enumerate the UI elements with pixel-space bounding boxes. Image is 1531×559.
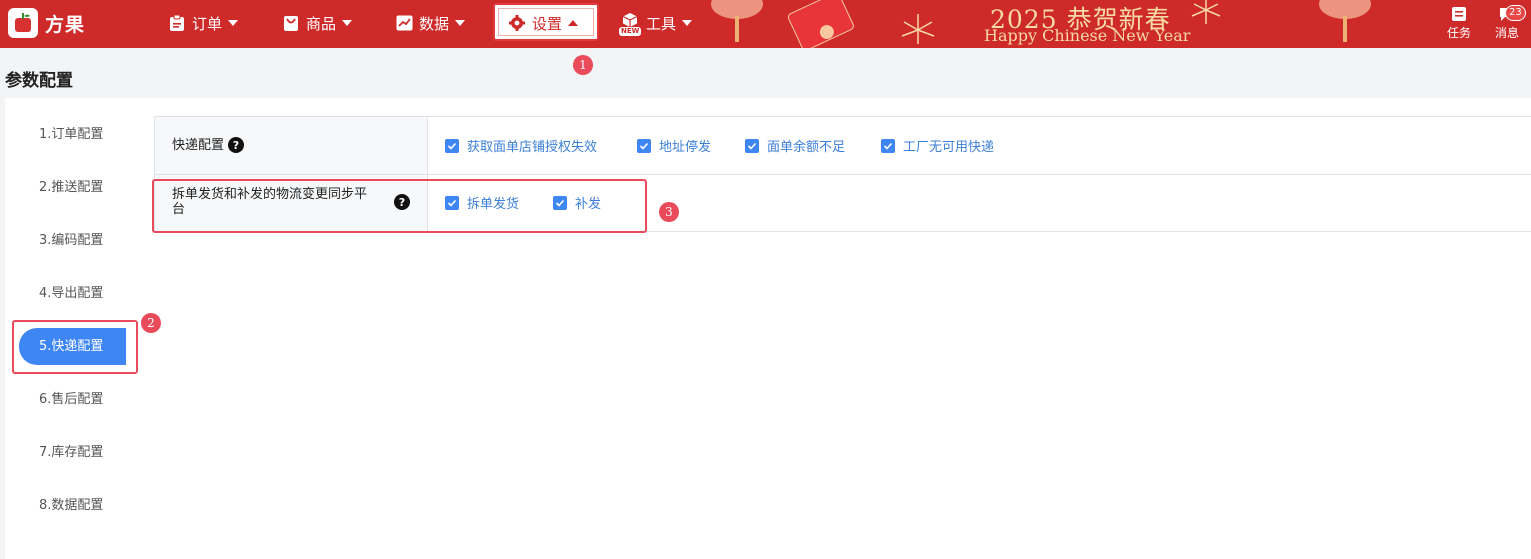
side-menu-item-express[interactable]: 5.快递配置 (19, 328, 126, 365)
checkbox-checked-icon (445, 195, 459, 210)
side-menu-item-order[interactable]: 1.订单配置 (39, 125, 103, 145)
side-menu-item-inventory[interactable]: 7.库存配置 (39, 443, 103, 463)
tasks-label: 任务 (1446, 26, 1471, 40)
config-row-label-cell: 拆单发货和补发的物流变更同步平 台 ? (155, 175, 428, 231)
checkbox-checked-icon (553, 195, 567, 210)
tasks-button[interactable]: 任务 (1443, 6, 1475, 42)
config-row-label-line1: 拆单发货和补发的物流变更同步平 (172, 187, 368, 202)
side-menu-item-data[interactable]: 8.数据配置 (39, 496, 103, 516)
nav-tools[interactable]: NEW 工具 (619, 10, 693, 36)
checkbox-checked-icon (881, 138, 895, 153)
nav-tools-label: 工具 (646, 14, 677, 33)
nav-orders-label: 订单 (192, 14, 223, 33)
chevron-down-icon (682, 20, 693, 26)
chevron-down-icon (342, 20, 353, 26)
help-icon[interactable]: ? (228, 137, 244, 153)
messages-label: 消息 (1494, 26, 1519, 40)
checkbox-checked-icon (445, 138, 459, 153)
top-navigation-bar: 方果 订单 商品 数据 设置 NEW 工具 2025 恭贺新春 Happy Ch… (0, 0, 1531, 48)
checkbox-address-suspended[interactable]: 地址停发 (637, 136, 711, 155)
chevron-down-icon (455, 20, 466, 26)
checkbox-label: 工厂无可用快递 (903, 140, 995, 155)
nav-data-label: 数据 (419, 14, 450, 33)
checkbox-label: 补发 (575, 197, 602, 212)
row-divider (155, 231, 1531, 232)
page-title: 参数配置 (5, 71, 73, 91)
nav-products[interactable]: 商品 (282, 10, 353, 36)
checkbox-checked-icon (637, 138, 651, 153)
checkbox-waybill-balance-low[interactable]: 面单余额不足 (745, 136, 845, 155)
checkbox-label: 获取面单店铺授权失效 (467, 140, 598, 155)
side-menu-item-export[interactable]: 4.导出配置 (39, 284, 103, 304)
messages-count-badge: 23 (1505, 5, 1526, 21)
annotation-number: 1 (573, 55, 593, 75)
checkbox-reship[interactable]: 补发 (553, 193, 601, 212)
checkbox-factory-no-express[interactable]: 工厂无可用快递 (881, 136, 994, 155)
chart-line-icon (395, 14, 413, 32)
nav-settings[interactable]: 设置 (508, 10, 579, 36)
config-row-label-line2: 台 (172, 202, 186, 217)
checkbox-checked-icon (745, 138, 759, 153)
checkbox-label: 面单余额不足 (767, 140, 846, 155)
side-menu-item-aftersale[interactable]: 6.售后配置 (39, 390, 103, 410)
help-icon[interactable]: ? (394, 194, 410, 210)
config-table: 快递配置 ? 拆单发货和补发的物流变更同步平 台 ? (154, 116, 1531, 232)
clipboard-icon (168, 14, 186, 32)
config-row-label: 拆单发货和补发的物流变更同步平 台 (172, 187, 367, 217)
side-menu-item-push[interactable]: 2.推送配置 (39, 178, 103, 198)
nav-data[interactable]: 数据 (395, 10, 466, 36)
task-list-icon (1451, 6, 1467, 22)
checkbox-split-shipment[interactable]: 拆单发货 (445, 193, 519, 212)
banner-subtitle: Happy Chinese New Year (984, 26, 1191, 45)
annotation-number: 3 (659, 202, 679, 222)
chevron-down-icon (228, 20, 239, 26)
shopping-bag-icon (282, 14, 300, 32)
gear-icon (508, 14, 526, 32)
checkbox-label: 地址停发 (659, 140, 712, 155)
checkbox-auth-expired[interactable]: 获取面单店铺授权失效 (445, 136, 597, 155)
chevron-up-icon (568, 20, 579, 26)
new-badge: NEW (619, 27, 642, 36)
checkbox-label: 拆单发货 (467, 197, 520, 212)
svg-text:?: ? (233, 139, 239, 152)
annotation-number: 2 (141, 313, 161, 333)
box-icon: NEW (619, 10, 642, 36)
svg-text:?: ? (399, 196, 405, 209)
config-row-label: 快递配置 (172, 138, 225, 153)
nav-products-label: 商品 (306, 14, 337, 33)
nav-orders[interactable]: 订单 (168, 10, 239, 36)
nav-settings-label: 设置 (532, 14, 563, 33)
app-logo[interactable]: 方果 (8, 6, 85, 40)
app-name: 方果 (45, 13, 86, 36)
apple-logo-icon (8, 8, 38, 38)
config-row-label-cell: 快递配置 ? (155, 117, 428, 174)
side-menu-item-encoding[interactable]: 3.编码配置 (39, 231, 103, 251)
